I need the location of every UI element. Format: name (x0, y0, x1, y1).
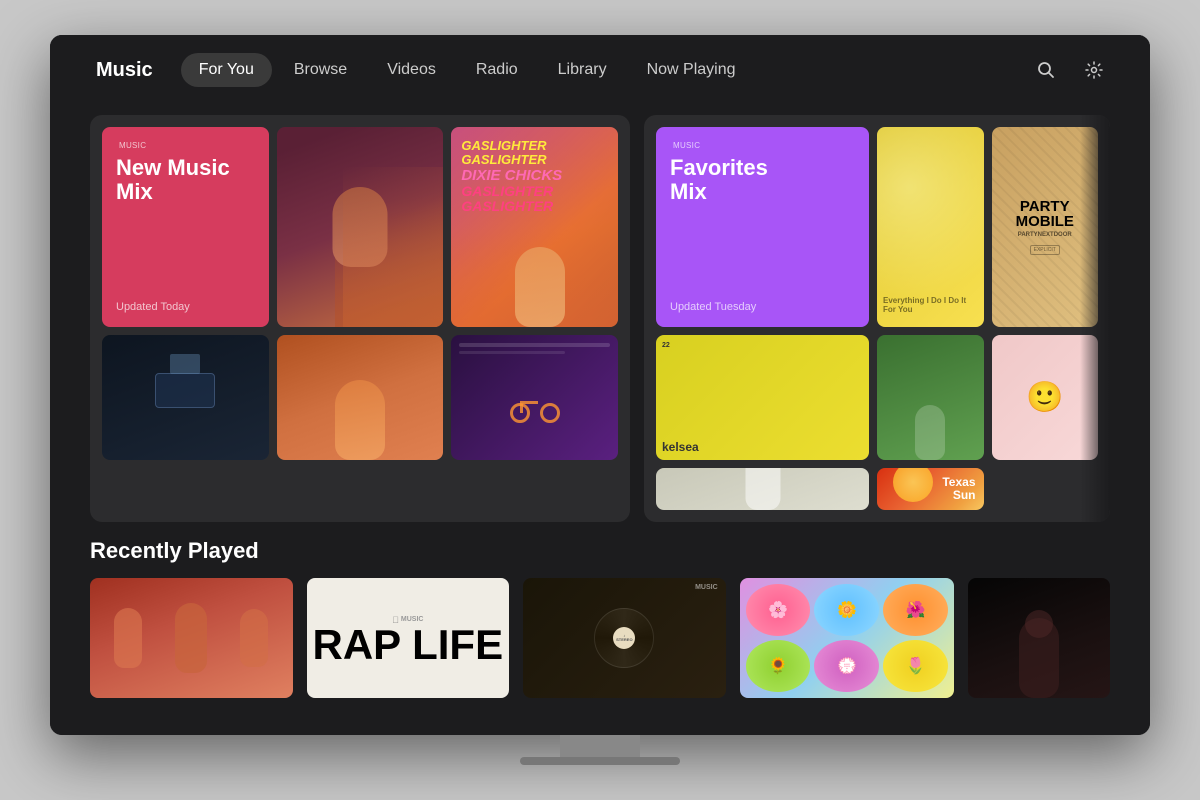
favorites-title: Favorites (670, 156, 855, 180)
abstract-purple-tile[interactable] (451, 335, 618, 460)
singer-photo-tile[interactable] (277, 127, 444, 327)
new-music-mix-tile[interactable]: MUSIC New Music Mix Updated Today (102, 127, 269, 327)
tv-frame: Music For You Browse Videos Radio Librar… (50, 35, 1150, 735)
nav-bar: Music For You Browse Videos Radio Librar… (50, 35, 1150, 105)
woman-field-tile[interactable] (877, 335, 984, 460)
recently-item-rap-life[interactable]:  MUSIC RAP LIFE (307, 578, 510, 698)
nav-for-you[interactable]: For You (181, 53, 272, 87)
gaslighter-line-4: GASLIGHTER (461, 199, 608, 214)
favorites-badge-label: MUSIC (673, 141, 700, 150)
gaslighter-line-2: GASLIGHTER (461, 153, 608, 167)
new-music-title: New Music (116, 156, 255, 180)
search-button[interactable] (1030, 54, 1062, 86)
nav-now-playing[interactable]: Now Playing (629, 53, 754, 87)
main-content: MUSIC New Music Mix Updated Today (50, 105, 1150, 735)
nav-library[interactable]: Library (540, 53, 625, 87)
new-music-updated: Updated Today (116, 301, 255, 313)
nav-icons (1030, 54, 1110, 86)
texas-sun-text: TexasSun (942, 476, 975, 502)
recently-item-group[interactable] (90, 578, 293, 698)
app-name: Music (96, 59, 153, 82)
nav-browse[interactable]: Browse (276, 53, 365, 87)
gaslighter-line-1: GASLIGHTER (461, 139, 608, 153)
scroll-hint-right (1080, 115, 1110, 522)
gaslighter-dixie-line: DIXIE CHICKS (461, 168, 608, 185)
app-logo: Music (90, 59, 153, 82)
nav-items: For You Browse Videos Radio Library Now … (181, 53, 1022, 87)
gaslighter-tile[interactable]: GASLIGHTER GASLIGHTER DIXIE CHICKS GASLI… (451, 127, 618, 327)
left-featured-card: MUSIC New Music Mix Updated Today (90, 115, 630, 522)
white-dancer-tile[interactable] (656, 468, 869, 510)
search-icon (1037, 61, 1055, 79)
new-music-subtitle: Mix (116, 180, 255, 204)
recently-played-row:  MUSIC RAP LIFE ♪STEREO (90, 578, 1110, 698)
partymobile-text: PARTYMOBILE (1016, 199, 1074, 229)
recently-played-title: Recently Played (90, 538, 1110, 564)
recently-played-section: Recently Played (90, 538, 1110, 698)
screen: Music For You Browse Videos Radio Librar… (50, 35, 1150, 735)
apple-music-badge: MUSIC (116, 141, 255, 150)
favorites-updated: Updated Tuesday (670, 301, 855, 313)
recently-item-vinyl[interactable]: ♪STEREO MUSIC (523, 578, 726, 698)
favorites-subtitle: Mix (670, 180, 855, 204)
tv-stand (560, 735, 640, 765)
smiley-icon: 🙂 (1026, 380, 1063, 415)
music-badge-label: MUSIC (119, 141, 146, 150)
nav-radio[interactable]: Radio (458, 53, 536, 87)
rap-life-text: RAP LIFE (313, 627, 504, 663)
settings-button[interactable] (1078, 54, 1110, 86)
texas-sun-tile[interactable]: TexasSun (877, 468, 984, 510)
right-featured-card: MUSIC Favorites Mix Updated Tuesday (644, 115, 1110, 522)
favorites-badge: MUSIC (670, 141, 855, 150)
recently-item-dark-figure[interactable] (968, 578, 1110, 698)
nav-videos[interactable]: Videos (369, 53, 454, 87)
dark-window-tile[interactable] (102, 335, 269, 460)
gaslighter-line-3: GASLIGHTER (461, 184, 608, 199)
red-hair-tile[interactable] (277, 335, 444, 460)
featured-section: MUSIC New Music Mix Updated Today (90, 115, 1110, 522)
settings-icon (1085, 61, 1103, 79)
recently-item-flowers[interactable]: 🌸 🌼 🌺 🌻 💮 🌷 (740, 578, 955, 698)
yellow-album-tile[interactable]: Everything I Do I Do It For You (877, 127, 984, 327)
kelsea-tile[interactable]: 22 kelsea (656, 335, 869, 460)
favorites-mix-tile[interactable]: MUSIC Favorites Mix Updated Tuesday (656, 127, 869, 327)
